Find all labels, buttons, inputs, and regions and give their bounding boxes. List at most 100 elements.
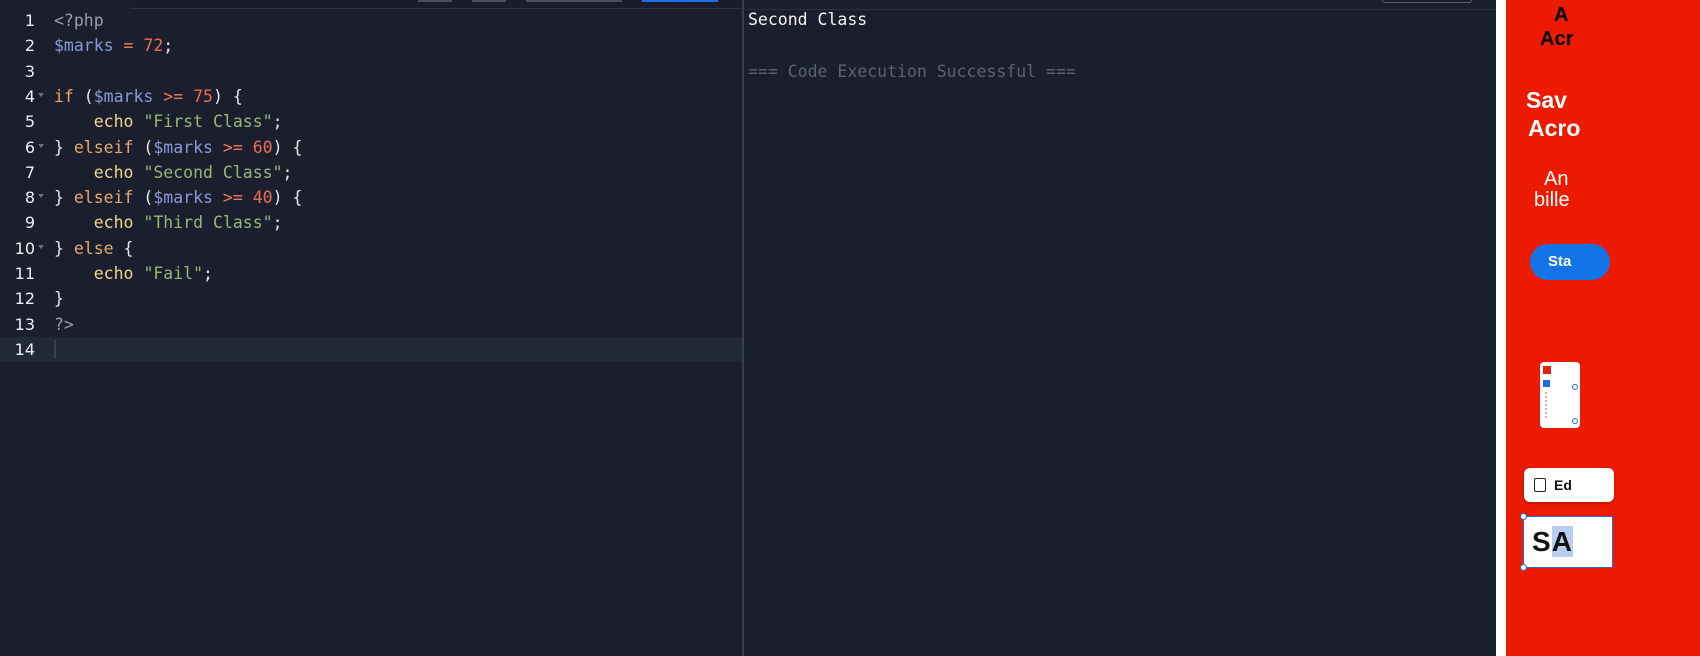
code-line[interactable]: 10} else {	[0, 236, 742, 261]
code-token: 75	[193, 86, 213, 106]
code-line[interactable]: 8 } elseif ($marks >= 40) {	[0, 185, 742, 210]
code-token: $marks	[54, 36, 114, 56]
code-line[interactable]: 11 echo "Fail";	[0, 261, 742, 286]
code-text: } elseif ($marks >= 60) {	[54, 135, 302, 160]
ad-edit-chip: Ed	[1524, 468, 1614, 502]
fold-arrow-icon[interactable]	[38, 143, 44, 148]
ad-sample-text-highlight: A	[1551, 526, 1573, 557]
code-line[interactable]: 3	[0, 59, 742, 84]
line-number: 8	[24, 188, 35, 208]
ad-headline: Sav	[1526, 87, 1567, 113]
fold-arrow-icon[interactable]	[38, 194, 44, 199]
code-token: "Third Class"	[143, 213, 273, 233]
pdf-icon	[1543, 366, 1551, 374]
run-button[interactable]	[642, 0, 718, 2]
code-token: "First Class"	[143, 112, 273, 132]
line-number: 7	[24, 162, 35, 182]
code-line[interactable]: 14	[0, 336, 742, 362]
code-token: $marks	[153, 188, 213, 208]
ad-document-illustration	[1540, 362, 1580, 428]
code-token: {	[113, 238, 134, 258]
selection-handle	[1520, 513, 1527, 520]
code-text: } elseif ($marks >= 40) {	[54, 185, 302, 210]
code-text: if ($marks >= 75) {	[54, 84, 243, 109]
code-text: echo "Third Class";	[54, 210, 283, 235]
line-number: 6	[24, 137, 35, 157]
line-number: 3	[24, 61, 35, 81]
code-token: ;	[203, 264, 213, 283]
ad-cta-button[interactable]: Sta	[1530, 244, 1610, 280]
code-token: 72	[143, 36, 164, 56]
code-token: (	[73, 86, 94, 106]
toolbar-button[interactable]	[526, 0, 622, 2]
code-text: }	[54, 286, 64, 311]
code-token: ?>	[54, 314, 74, 334]
code-line[interactable]: 6 } elseif ($marks >= 60) {	[0, 135, 742, 160]
fold-arrow-icon[interactable]	[38, 244, 44, 249]
ad-edit-label: Ed	[1554, 477, 1572, 493]
code-token: 40	[252, 188, 273, 208]
sidebar-icon	[1543, 380, 1550, 387]
ad-body-text: An	[1544, 168, 1569, 190]
toolbar-button[interactable]	[418, 0, 452, 2]
toolbar-button[interactable]	[472, 0, 506, 2]
ad-sample-text: S	[1532, 526, 1552, 557]
code-token: elseif	[73, 137, 134, 157]
selection-handle	[1520, 564, 1527, 571]
code-token: ;	[163, 36, 174, 56]
code-text: echo "Second Class";	[54, 160, 293, 185]
code-line[interactable]: 13 ?>	[0, 312, 742, 337]
execution-status: === Code Execution Successful ===	[748, 62, 1076, 81]
code-editor[interactable]: 1 <?php 2 $marks = 72; 3 4 if ($marks >= 75) {…	[0, 0, 742, 656]
code-token: =	[123, 36, 134, 56]
code-line[interactable]: 1 <?php	[0, 8, 742, 33]
code-token: echo	[93, 162, 134, 182]
code-text: <?php	[54, 8, 104, 33]
line-number: 12	[14, 289, 35, 309]
code-token: (	[133, 188, 154, 208]
code-line[interactable]: 9 echo "Third Class";	[0, 210, 742, 235]
line-number: 4	[24, 86, 35, 106]
code-token: elseif	[73, 188, 134, 208]
output-panel: Second Class === Code Execution Successf…	[744, 0, 1496, 656]
code-line[interactable]: 12}	[0, 286, 742, 311]
code-text: ?>	[54, 312, 74, 337]
code-token: >=	[163, 86, 184, 106]
scrollbar[interactable]	[1496, 0, 1506, 656]
code-line[interactable]: 2 $marks = 72;	[0, 33, 742, 58]
code-token: >=	[222, 188, 243, 208]
code-token: ) {	[272, 137, 303, 157]
fold-arrow-icon[interactable]	[38, 92, 44, 97]
code-token: 60	[252, 137, 273, 157]
code-line[interactable]: 7 echo "Second Class";	[0, 160, 742, 185]
ad-brand-name: Acr	[1540, 28, 1574, 50]
line-number: 2	[24, 36, 35, 56]
code-token: "Second Class"	[143, 162, 283, 182]
code-line[interactable]: 5 echo "First Class";	[0, 109, 742, 134]
advertisement-panel[interactable]: A Acr Sav Acro An bille Sta Ed SA	[1506, 0, 1700, 656]
code-line[interactable]: 4 if ($marks >= 75) {	[0, 84, 742, 109]
text-cursor	[54, 339, 56, 359]
line-number: 5	[24, 112, 35, 132]
clear-button[interactable]	[1382, 0, 1472, 3]
code-token: >=	[222, 137, 243, 157]
line-number: 9	[24, 213, 35, 233]
code-text: echo "First Class";	[54, 109, 283, 134]
toolbar-dots	[1545, 392, 1547, 418]
code-token: echo	[93, 213, 134, 233]
code-token: }	[54, 188, 74, 208]
editor-toolbar	[130, 0, 742, 9]
line-number: 13	[14, 314, 35, 334]
ad-headline-line2: Acro	[1528, 115, 1581, 141]
code-token: echo	[93, 112, 134, 132]
line-number: 1	[24, 11, 35, 30]
code-token: }	[54, 289, 64, 309]
